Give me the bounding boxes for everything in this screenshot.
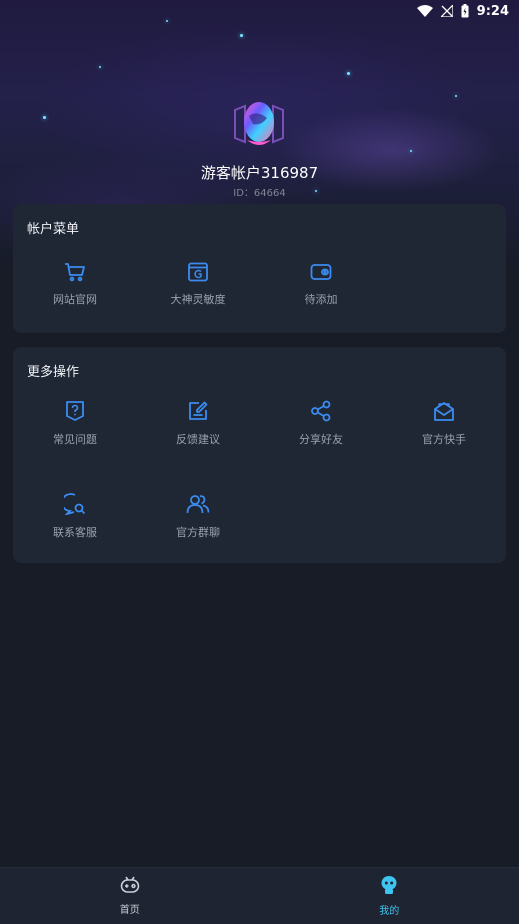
action-label: 官方群聊 <box>176 526 220 539</box>
users-icon <box>186 493 210 515</box>
username: 游客帐户316987 <box>200 164 319 182</box>
action-faq[interactable]: 常见问题 <box>13 400 137 447</box>
wifi-icon <box>416 5 433 17</box>
chat-search-icon <box>64 493 86 515</box>
avatar[interactable] <box>231 96 287 152</box>
cart-icon <box>64 262 86 282</box>
action-share[interactable]: 分享好友 <box>259 400 383 447</box>
action-label: 反馈建议 <box>176 433 220 446</box>
action-customer-service[interactable]: 联系客服 <box>13 493 137 540</box>
share-icon <box>310 400 332 422</box>
g-card-icon <box>187 262 209 282</box>
no-signal-icon <box>440 5 453 17</box>
wallet-icon <box>310 262 332 282</box>
account-menu-title: 帐户菜单 <box>27 222 80 237</box>
question-shield-icon <box>64 400 86 422</box>
bottom-tab-bar: 首页 我的 <box>0 867 519 924</box>
more-actions-title: 更多操作 <box>27 365 80 380</box>
action-feedback[interactable]: 反馈建议 <box>136 400 260 447</box>
action-label: 官方快手 <box>422 433 466 446</box>
action-label: 分享好友 <box>299 433 343 446</box>
user-id: ID：64664 <box>233 188 286 199</box>
menu-item-sensitivity[interactable]: 大神灵敏度 <box>136 262 260 307</box>
menu-item-website[interactable]: 网站官网 <box>13 262 137 307</box>
action-label: 联系客服 <box>53 526 97 539</box>
tab-label: 我的 <box>379 906 400 917</box>
action-label: 常见问题 <box>53 433 97 446</box>
tab-home[interactable]: 首页 <box>0 868 260 924</box>
menu-item-label: 大神灵敏度 <box>170 293 226 306</box>
menu-item-label: 待添加 <box>304 293 338 306</box>
menu-item-pending[interactable]: 待添加 <box>259 262 383 307</box>
menu-item-label: 网站官网 <box>53 293 97 306</box>
battery-icon <box>461 4 469 18</box>
account-menu-card: 帐户菜单 网站官网 大神灵敏度 待添加 <box>13 204 506 333</box>
gamepad-icon <box>120 876 140 898</box>
tab-me[interactable]: 我的 <box>260 868 519 924</box>
tab-label: 首页 <box>119 905 140 916</box>
more-actions-card: 更多操作 常见问题 反馈建议 分享好友 官方快手 联系客服 官方群聊 <box>13 347 506 563</box>
action-kuaishou[interactable]: 官方快手 <box>382 400 506 447</box>
action-official-group[interactable]: 官方群聊 <box>136 493 260 540</box>
edit-note-icon <box>187 400 209 422</box>
robot-icon <box>380 875 398 899</box>
status-bar: 9:24 <box>0 0 519 22</box>
mail-open-icon <box>433 400 455 422</box>
status-time: 9:24 <box>476 3 509 19</box>
